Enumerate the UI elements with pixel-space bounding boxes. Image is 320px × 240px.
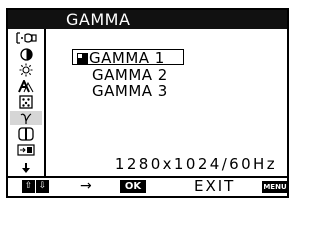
- gamma-icon: [20, 112, 32, 124]
- position-icon: [17, 144, 35, 156]
- osd-menu: GAMMA GAMMA 1 GAMMA 2 GAMMA 3 1280x1024/…: [6, 8, 289, 198]
- brightness-icon: [19, 63, 33, 77]
- gamma-option-3[interactable]: GAMMA 3: [92, 83, 168, 99]
- control-guide: ⇧ ⇩ → OK EXIT MENU: [8, 176, 288, 196]
- sidebar-item-gamma[interactable]: [10, 111, 42, 125]
- selected-marker-icon: [77, 53, 88, 64]
- sharpness-icon: [18, 79, 34, 92]
- contrast-icon: [19, 47, 33, 61]
- up-down-keys: ⇧ ⇩: [22, 180, 49, 193]
- sidebar: [8, 29, 46, 178]
- gamma-option-label: GAMMA 3: [92, 82, 168, 100]
- sidebar-item-picture-mode[interactable]: [10, 95, 42, 109]
- menu-title: GAMMA: [66, 10, 131, 29]
- ok-button[interactable]: OK: [120, 180, 146, 193]
- sidebar-item-contrast[interactable]: [10, 47, 42, 61]
- sidebar-item-more[interactable]: [10, 161, 42, 175]
- up-arrow-icon: ⇧: [22, 180, 35, 193]
- color-icon: [18, 127, 34, 141]
- input-icon: [16, 32, 37, 44]
- sidebar-item-brightness[interactable]: [10, 63, 42, 77]
- gamma-panel: GAMMA 1 GAMMA 2 GAMMA 3 1280x1024/60Hz: [46, 29, 287, 178]
- gamma-option-label: GAMMA 1: [89, 49, 165, 67]
- down-arrow-icon: [22, 163, 30, 173]
- menu-button[interactable]: MENU: [262, 181, 288, 193]
- resolution-readout: 1280x1024/60Hz: [114, 155, 277, 173]
- down-arrow-key-icon: ⇩: [36, 180, 49, 193]
- sidebar-item-position[interactable]: [10, 143, 42, 157]
- gamma-option-2[interactable]: GAMMA 2: [92, 67, 168, 83]
- sidebar-item-sharpness[interactable]: [10, 79, 42, 93]
- exit-label: EXIT: [194, 177, 236, 195]
- gamma-option-1[interactable]: GAMMA 1: [72, 49, 184, 67]
- title-bar: GAMMA: [8, 10, 287, 29]
- right-arrow-icon: →: [80, 178, 92, 194]
- picture-mode-icon: [19, 95, 33, 109]
- sidebar-item-color[interactable]: [10, 127, 42, 141]
- sidebar-item-input[interactable]: [10, 31, 42, 45]
